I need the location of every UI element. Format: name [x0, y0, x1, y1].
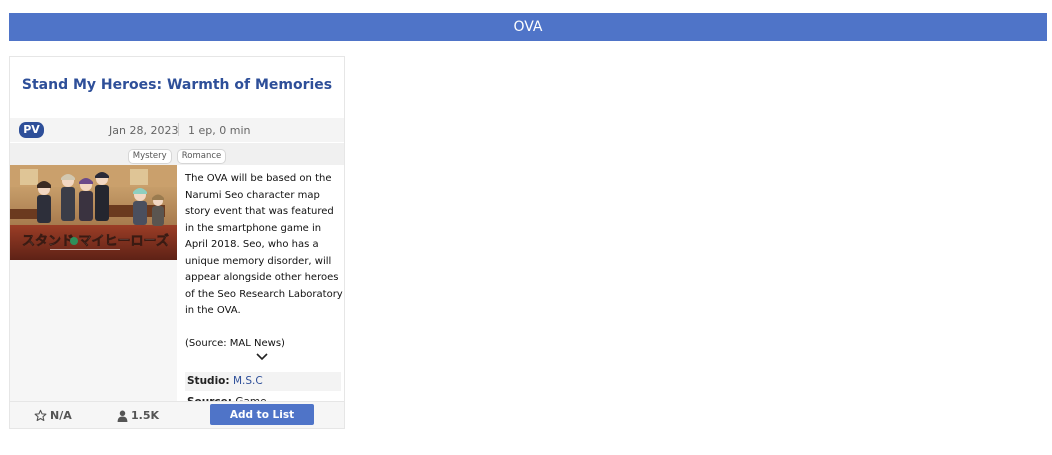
studio-row: Studio: M.S.C [185, 372, 341, 391]
chevron-down-icon[interactable] [255, 352, 269, 362]
studio-link[interactable]: M.S.C [233, 375, 263, 387]
anime-title-link[interactable]: Stand My Heroes: Warmth of Memories [10, 77, 344, 93]
pv-badge[interactable]: PV [19, 122, 44, 138]
studio-label: Studio: [187, 375, 230, 387]
synopsis-source: (Source: MAL News) [185, 337, 285, 349]
cover-illustration: スタンド マイヒーローズ [10, 165, 177, 260]
card-footer: N/A 1.5K Add to List [10, 401, 344, 428]
user-icon [117, 410, 128, 422]
cover-image[interactable]: スタンド マイヒーローズ [10, 165, 177, 260]
genre-tag-romance[interactable]: Romance [176, 149, 227, 164]
star-icon [34, 409, 47, 422]
score-display: N/A [34, 409, 72, 422]
score-value: N/A [50, 409, 72, 422]
air-date: Jan 28, 2023 [109, 124, 179, 137]
image-column: スタンド マイヒーローズ [10, 165, 177, 401]
info-divider [178, 123, 179, 136]
synopsis-text: The OVA will be based on the Narumi Seo … [185, 171, 343, 352]
section-header-ova: OVA [9, 13, 1047, 41]
cover-logo-text: スタンド マイヒーローズ [22, 233, 169, 249]
genre-tag-mystery[interactable]: Mystery [127, 149, 172, 164]
anime-card: Stand My Heroes: Warmth of Memories PV J… [9, 56, 345, 429]
info-row: PV Jan 28, 2023 1 ep, 0 min [10, 118, 344, 142]
episode-count: 1 ep, 0 min [188, 124, 251, 137]
members-display: 1.5K [117, 409, 159, 422]
members-count: 1.5K [131, 409, 160, 422]
synopsis-body: The OVA will be based on the Narumi Seo … [185, 173, 343, 316]
add-to-list-button[interactable]: Add to List [210, 404, 314, 425]
genre-list: Mystery Romance [10, 143, 344, 165]
